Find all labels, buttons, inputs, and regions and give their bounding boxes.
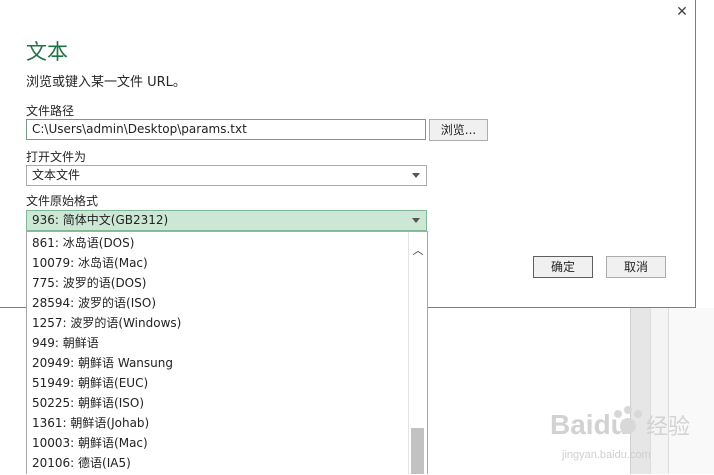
close-icon[interactable]: ✕ — [674, 4, 690, 20]
encoding-dropdown-list: 861: 冰岛语(DOS) 10079: 冰岛语(Mac) 775: 波罗的语(… — [26, 231, 428, 474]
dropdown-scrollbar[interactable]: ︿ — [408, 232, 427, 474]
file-origin-select[interactable]: 936: 简体中文(GB2312) — [26, 210, 427, 231]
browse-button[interactable]: 浏览... — [429, 119, 488, 141]
ok-button[interactable]: 确定 — [533, 256, 593, 278]
file-origin-label: 文件原始格式 — [26, 194, 99, 208]
list-item[interactable]: 20949: 朝鲜语 Wansung — [27, 353, 409, 373]
list-item[interactable]: 949: 朝鲜语 — [27, 333, 409, 353]
baidu-paw-logo: Baidu 经验 jingyan.baidu.com — [550, 406, 690, 461]
list-item[interactable]: 28594: 波罗的语(ISO) — [27, 293, 409, 313]
list-item[interactable]: 775: 波罗的语(DOS) — [27, 273, 409, 293]
open-as-select[interactable]: 文本文件 — [26, 165, 427, 186]
open-as-label: 打开文件为 — [26, 150, 87, 164]
dialog-subtitle: 浏览或键入某一文件 URL。 — [26, 75, 186, 90]
baidu-jingyan-watermark: Baidu 经验 jingyan.baidu.com — [548, 392, 708, 472]
scroll-thumb[interactable] — [411, 428, 424, 474]
watermark-brand-cn: 经验 — [646, 414, 690, 439]
chevron-up-icon[interactable]: ︿ — [412, 245, 424, 256]
list-item[interactable]: 1257: 波罗的语(Windows) — [27, 313, 409, 333]
list-item[interactable]: 861: 冰岛语(DOS) — [27, 233, 409, 253]
open-as-value: 文本文件 — [32, 168, 81, 182]
file-origin-value: 936: 简体中文(GB2312) — [32, 213, 169, 227]
dialog-title: 文本 — [26, 40, 68, 64]
file-path-label: 文件路径 — [26, 104, 75, 118]
list-item[interactable]: 20106: 德语(IA5) — [27, 453, 409, 473]
list-item[interactable]: 10079: 冰岛语(Mac) — [27, 253, 409, 273]
file-path-input[interactable]: C:\Users\admin\Desktop\params.txt — [26, 119, 426, 140]
list-item[interactable]: 51949: 朝鲜语(EUC) — [27, 373, 409, 393]
list-item[interactable]: 10003: 朝鲜语(Mac) — [27, 433, 409, 453]
chevron-down-icon — [412, 173, 420, 178]
watermark-url: jingyan.baidu.com — [561, 449, 651, 461]
cancel-button[interactable]: 取消 — [606, 256, 666, 278]
chevron-down-icon — [412, 218, 420, 223]
list-item[interactable]: 50225: 朝鲜语(ISO) — [27, 393, 409, 413]
list-item[interactable]: 1361: 朝鲜语(Johab) — [27, 413, 409, 433]
